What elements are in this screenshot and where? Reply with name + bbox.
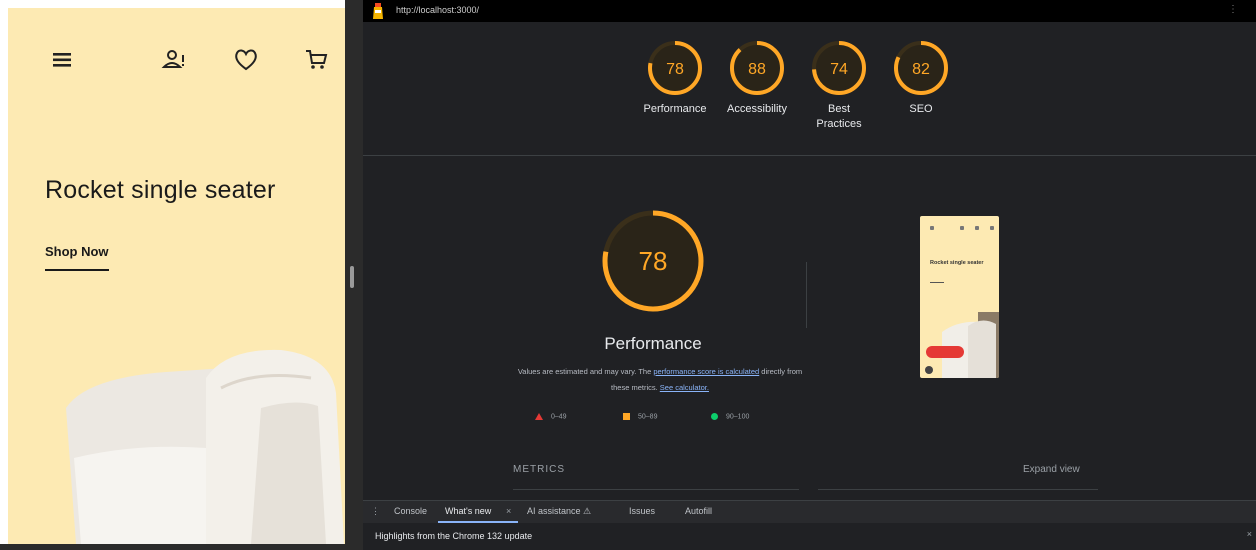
performance-title: Performance <box>604 334 702 353</box>
gauge-label: Performance <box>643 103 707 115</box>
tab-console[interactable]: Console <box>394 506 427 516</box>
metrics-heading: METRICS <box>513 464 565 475</box>
performance-description: Values are estimated and may vary. The p… <box>515 364 805 396</box>
report-url[interactable]: http://localhost:3000/ <box>396 5 479 15</box>
warning-icon: ⚠ <box>583 506 592 516</box>
vertical-divider <box>806 262 807 328</box>
cart-icon[interactable] <box>303 46 331 74</box>
drawer-tab-bar: ⋮ Console What's new × AI assistance ⚠ I… <box>363 500 1256 523</box>
gauge-accessibility[interactable]: 88 Accessibility <box>716 40 798 117</box>
close-drawer-icon[interactable]: × <box>1247 529 1252 539</box>
circle-icon <box>711 413 718 420</box>
shop-now-link[interactable]: Shop Now <box>45 244 109 271</box>
bottom-gutter <box>0 544 360 550</box>
expand-view-button[interactable]: Expand view <box>1023 464 1080 475</box>
drawer-menu-icon[interactable]: ⋮ <box>371 506 380 517</box>
gauge-ring: 78 <box>648 41 702 95</box>
resize-handle[interactable] <box>350 266 354 288</box>
menu-icon[interactable] <box>50 46 78 74</box>
thumb-heart-icon <box>975 226 979 230</box>
gauge-best-practices[interactable]: 74 Best Practices <box>798 40 880 132</box>
page-screenshot-thumbnail[interactable]: Rocket single seater <box>920 216 999 378</box>
gauge-label: Accessibility <box>727 103 787 115</box>
thumb-menu-icon <box>930 226 934 230</box>
thumb-dev-indicator <box>925 366 933 374</box>
close-tab-icon[interactable]: × <box>506 506 511 516</box>
lighthouse-icon <box>373 3 383 19</box>
thumb-user-icon <box>960 226 964 230</box>
gauge-performance[interactable]: 78 Performance <box>634 40 716 117</box>
thumb-chair-image <box>942 312 999 378</box>
see-calculator-link[interactable]: See calculator. <box>660 383 709 392</box>
gauge-seo[interactable]: 82 SEO <box>880 40 962 117</box>
tab-issues[interactable]: Issues <box>629 506 655 516</box>
armchair-image <box>66 349 344 544</box>
thumb-shop-link <box>930 278 944 283</box>
drawer-content: Highlights from the Chrome 132 update × <box>363 524 1256 550</box>
thumb-title: Rocket single seater <box>930 260 984 266</box>
more-options-icon[interactable]: ⋮ <box>1228 4 1238 15</box>
gauge-ring: 82 <box>894 41 948 95</box>
tab-whats-new[interactable]: What's new <box>445 506 491 516</box>
left-gutter <box>0 0 8 550</box>
performance-score: 78 <box>639 246 668 276</box>
gauge-label: SEO <box>909 103 933 115</box>
gauge-ring: 74 <box>812 41 866 95</box>
gauge-ring: 88 <box>730 41 784 95</box>
tab-ai-label: AI assistance <box>527 506 581 516</box>
thumb-error-badge <box>926 346 964 358</box>
gauge-score: 82 <box>912 61 930 78</box>
gauge-score: 88 <box>748 61 766 78</box>
tab-autofill[interactable]: Autofill <box>685 506 712 516</box>
performance-gauge-large: 78 <box>602 210 704 312</box>
legend-fail-label: 0–49 <box>551 413 567 421</box>
whats-new-highlights: Highlights from the Chrome 132 update <box>375 531 533 541</box>
site-preview: Rocket single seater Shop Now <box>8 8 345 544</box>
metrics-divider <box>818 489 1098 490</box>
desc-text: Values are estimated and may vary. The <box>517 367 654 376</box>
gauge-score: 74 <box>830 61 848 78</box>
active-tab-indicator <box>438 521 518 523</box>
devtools-panel: http://localhost:3000/ ⋮ 78 Performance … <box>363 0 1256 550</box>
heart-icon[interactable] <box>232 46 260 74</box>
panel-divider <box>345 0 363 550</box>
user-icon[interactable] <box>160 46 188 74</box>
square-icon <box>623 413 630 420</box>
section-divider <box>363 155 1256 156</box>
url-bar: http://localhost:3000/ ⋮ <box>363 0 1256 22</box>
legend-pass-label: 90–100 <box>726 413 750 421</box>
hero-title: Rocket single seater <box>45 176 276 204</box>
triangle-icon <box>535 413 543 420</box>
legend-fail: 0–49 <box>535 413 567 420</box>
metrics-divider <box>513 489 799 490</box>
score-calculated-link[interactable]: performance score is calculated <box>653 367 759 376</box>
thumb-cart-icon <box>990 226 994 230</box>
legend-average: 50–89 <box>623 413 657 420</box>
gauge-label: Best Practices <box>816 103 862 130</box>
legend-average-label: 50–89 <box>638 413 658 421</box>
gauge-score: 78 <box>666 61 684 78</box>
tab-ai-assistance[interactable]: AI assistance ⚠ <box>527 506 591 517</box>
legend-pass: 90–100 <box>711 413 749 420</box>
